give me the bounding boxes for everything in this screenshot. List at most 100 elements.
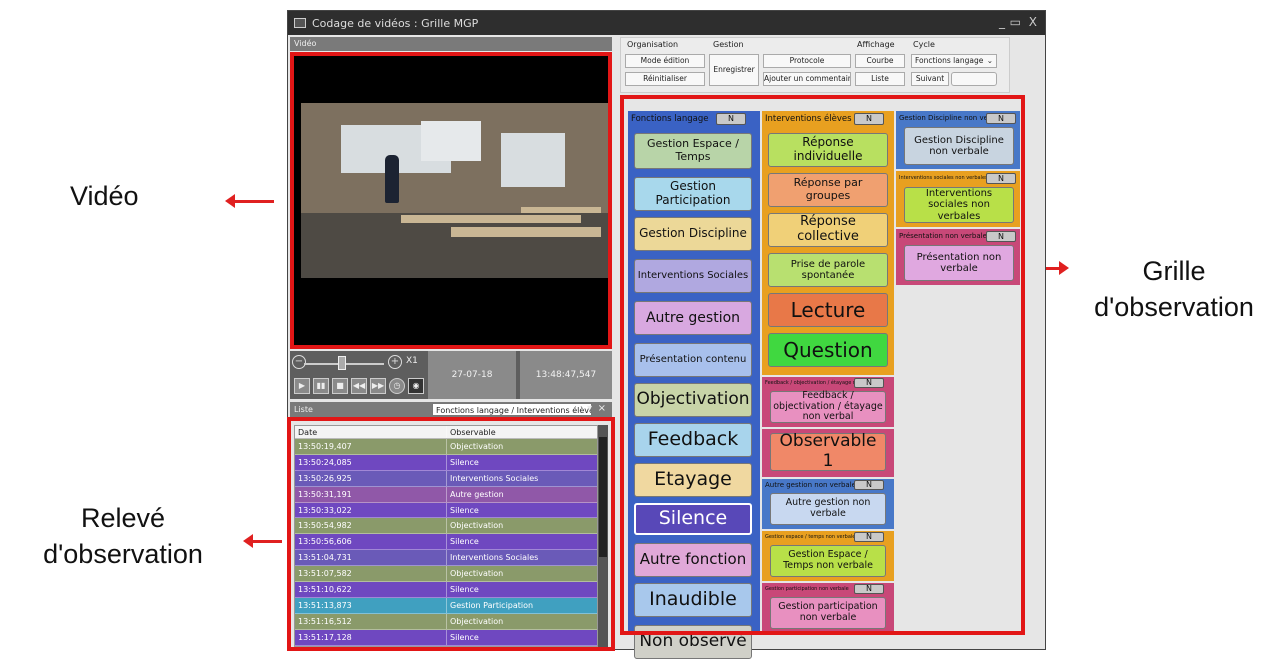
table-row[interactable]: 13:50:31,191 Autre gestion (295, 486, 597, 503)
cell-date: 13:50:24,085 (295, 454, 447, 470)
forward-icon[interactable]: ▶▶ (370, 378, 386, 394)
obs-button-observable-1[interactable]: Observable 1 (770, 432, 886, 471)
obs-button-gestion-espace-temps[interactable]: Gestion Espace / Temps (634, 133, 752, 169)
cell-observable: Objectivation (450, 521, 504, 531)
close-button[interactable]: X (1029, 15, 1037, 29)
obs-button-gestion-discipline-non-verbale[interactable]: Gestion Discipline non verbale (904, 127, 1014, 165)
obs-button-reponse-collective[interactable]: Réponse collective (768, 213, 888, 247)
list-close-icon[interactable]: × (598, 403, 606, 414)
cell-date: 13:50:19,407 (295, 439, 447, 454)
table-row[interactable]: 13:51:16,512 Objectivation (295, 613, 597, 630)
table-row[interactable]: 13:50:33,022 Silence (295, 502, 597, 519)
courbe-button[interactable]: Courbe (855, 54, 905, 68)
col3-block-toggle[interactable]: N (986, 231, 1016, 242)
obs-button-autre-gestion-non-verbale[interactable]: Autre gestion non verbale (770, 493, 886, 525)
obs-button-interventions-sociales[interactable]: Interventions Sociales (634, 259, 752, 293)
protocole-button[interactable]: Protocole (763, 54, 851, 68)
cell-observable: Objectivation (450, 442, 504, 451)
obs-button-interventions-sociales-non-verbales[interactable]: Interventions sociales non verbales (904, 187, 1014, 223)
speed-slider-knob[interactable] (338, 356, 346, 370)
obs-button-objectivation[interactable]: Objectivation (634, 383, 752, 417)
list-scrollbar[interactable] (598, 425, 608, 647)
column-header-date[interactable]: Date (295, 426, 447, 438)
table-row[interactable]: 13:51:04,731 Interventions Sociales (295, 550, 597, 567)
sub-block-1: Observable 1 (762, 429, 894, 477)
obs-button-lecture[interactable]: Lecture (768, 293, 888, 327)
group-affichage: Affichage (857, 40, 895, 49)
titlebar: Codage de vidéos : Grille MGP _ ▭ X (288, 11, 1045, 35)
obs-button-gestion-participation[interactable]: Gestion Participation (634, 177, 752, 211)
table-row[interactable]: 13:50:56,606 Silence (295, 534, 597, 551)
sub-block-header: Gestion espace / temps non verbale N (762, 531, 894, 543)
obs-button-silence[interactable]: Silence (634, 503, 752, 535)
table-row[interactable]: 13:51:17,128 Silence (295, 629, 597, 646)
mode-edition-button[interactable]: Mode édition (625, 54, 705, 68)
table-header: Date Observable (295, 426, 597, 439)
list-filter-select[interactable]: Fonctions langage / Interventions élève (432, 403, 592, 416)
time-display: 13:48:47,547 (520, 351, 612, 399)
ribbon-toolbar: Organisation Gestion Affichage Cycle Mod… (620, 37, 1010, 93)
table-row[interactable]: 13:50:19,407 Objectivation (295, 439, 597, 455)
obs-button-reponse-par-groupes[interactable]: Réponse par groupes (768, 173, 888, 207)
zoom-in-icon[interactable]: + (388, 355, 402, 369)
table-row[interactable]: 13:51:10,622 Silence (295, 582, 597, 598)
sub-block-toggle[interactable]: N (854, 378, 884, 388)
cycle-select[interactable]: Fonctions langage ⌄ (911, 54, 997, 68)
table-row[interactable]: 13:50:54,982 Objectivation (295, 518, 597, 535)
obs-button-gestion-espace-temps-non-verbale[interactable]: Gestion Espace / Temps non verbale (770, 545, 886, 577)
play-icon[interactable]: ▶ (294, 378, 310, 394)
camera-icon[interactable]: ◉ (408, 378, 424, 394)
column-non-verbal: Gestion Discipline non verbale N Gestion D… (896, 111, 1020, 633)
zoom-out-icon[interactable]: − (292, 355, 306, 369)
video-player[interactable] (290, 53, 610, 349)
column-header-observable[interactable]: Observable (447, 426, 597, 438)
obs-button-presentation-contenu[interactable]: Présentation contenu (634, 343, 752, 377)
obs-button-feedback[interactable]: Feedback (634, 423, 752, 457)
obs-button-presentation-non-verbale[interactable]: Présentation non verbale (904, 245, 1014, 281)
table-row[interactable]: 13:51:07,582 Objectivation (295, 566, 597, 583)
reinitialiser-button[interactable]: Réinitialiser (625, 72, 705, 86)
cycle-select-value: Fonctions langage (915, 56, 984, 65)
column-interventions-eleves: Interventions élèves N Réponse individuell… (762, 111, 894, 633)
cell-date: 13:50:56,606 (295, 534, 447, 550)
obs-button-reponse-individuelle[interactable]: Réponse individuelle (768, 133, 888, 167)
clock-icon[interactable]: ◷ (389, 378, 405, 394)
fonctions-langage-toggle[interactable]: N (716, 113, 746, 125)
table-row[interactable]: 13:51:13,873 Gestion Participation (295, 597, 597, 614)
col3-block-toggle[interactable]: N (986, 173, 1016, 184)
obs-button-etayage[interactable]: Etayage (634, 463, 752, 497)
obs-button-feedback-objectivation-etayage-non-verbal[interactable]: Feedback / objectivation / étayage non v… (770, 390, 886, 423)
group-organisation: Organisation (627, 40, 679, 49)
obs-button-question[interactable]: Question (768, 333, 888, 367)
obs-button-gestion-participation-non-verbale[interactable]: Gestion participation non verbale (770, 597, 886, 629)
interventions-eleves-block: Interventions élèves N Réponse individuell… (762, 111, 894, 375)
enregistrer-button[interactable]: Enregistrer (709, 54, 759, 86)
sub-block-toggle[interactable]: N (854, 480, 884, 490)
column-fonctions-langage: Fonctions langage N Gestion Espace / Temps… (628, 111, 760, 659)
sub-block-toggle[interactable]: N (854, 584, 884, 594)
maximize-button[interactable]: ▭ (1010, 15, 1021, 29)
obs-button-inaudible[interactable]: Inaudible (634, 583, 752, 617)
stop-icon[interactable]: ■ (332, 378, 348, 394)
sub-block-toggle[interactable]: N (854, 532, 884, 542)
col3-block-0: Gestion Discipline non verbale N Gestion D… (896, 111, 1020, 169)
chevron-down-icon[interactable]: ▾ (587, 403, 592, 414)
obs-button-prise-de-parole-spontanee[interactable]: Prise de parole spontanée (768, 253, 888, 287)
suivant-field[interactable] (951, 72, 997, 86)
rewind-icon[interactable]: ◀◀ (351, 378, 367, 394)
obs-button-autre-fonction[interactable]: Autre fonction (634, 543, 752, 577)
table-row[interactable]: 13:50:26,925 Interventions Sociales (295, 470, 597, 487)
pause-icon[interactable]: ▮▮ (313, 378, 329, 394)
observation-grid: Fonctions langage N Gestion Espace / Temps… (622, 97, 1022, 659)
obs-button-gestion-discipline[interactable]: Gestion Discipline (634, 217, 752, 251)
ajouter-commentaire-button[interactable]: Ajouter un commentaire (763, 72, 851, 86)
suivant-button[interactable]: Suivant (911, 72, 949, 86)
interventions-eleves-toggle[interactable]: N (854, 113, 884, 125)
obs-button-non-observe[interactable]: Non observé (634, 625, 752, 659)
minimize-button[interactable]: _ (999, 15, 1005, 29)
table-row[interactable]: 13:50:24,085 Silence (295, 454, 597, 471)
col3-block-toggle[interactable]: N (986, 113, 1016, 124)
sub-block-header: Autre gestion non verbale N (762, 479, 894, 491)
liste-button[interactable]: Liste (855, 72, 905, 86)
obs-button-autre-gestion[interactable]: Autre gestion (634, 301, 752, 335)
